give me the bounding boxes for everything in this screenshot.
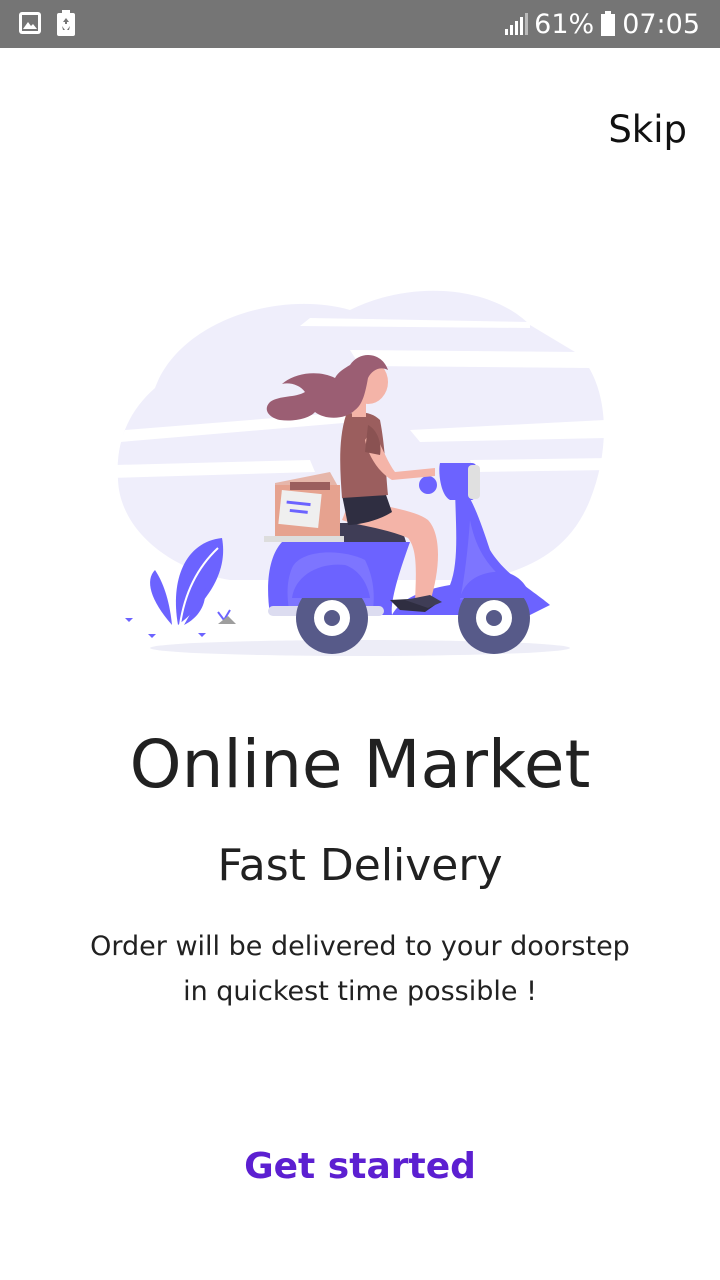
clock: 07:05 <box>622 8 700 40</box>
gallery-icon <box>19 12 41 34</box>
description-text: Order will be delivered to your doorstep… <box>60 924 660 1014</box>
battery-saver-icon <box>57 10 75 36</box>
status-right: 61% 07:05 <box>504 0 700 48</box>
page-subtitle: Fast Delivery <box>217 840 503 891</box>
signal-icon <box>505 13 529 35</box>
skip-button[interactable]: Skip <box>608 108 687 151</box>
description-line: in quickest time possible ! <box>183 976 537 1007</box>
get-started-button[interactable]: Get started <box>0 1146 720 1187</box>
page-title: Online Market <box>129 726 591 803</box>
battery-percent: 61% <box>534 8 595 40</box>
battery-icon <box>601 11 616 36</box>
delivery-scooter-illustration <box>110 290 610 656</box>
description-line: Order will be delivered to your doorstep <box>90 931 630 962</box>
status-left-icons <box>18 10 78 36</box>
status-bar: 61% 07:05 <box>0 0 720 48</box>
onboarding-screen: 61% 07:05 Skip Online Market Fast Delive… <box>0 0 720 1280</box>
